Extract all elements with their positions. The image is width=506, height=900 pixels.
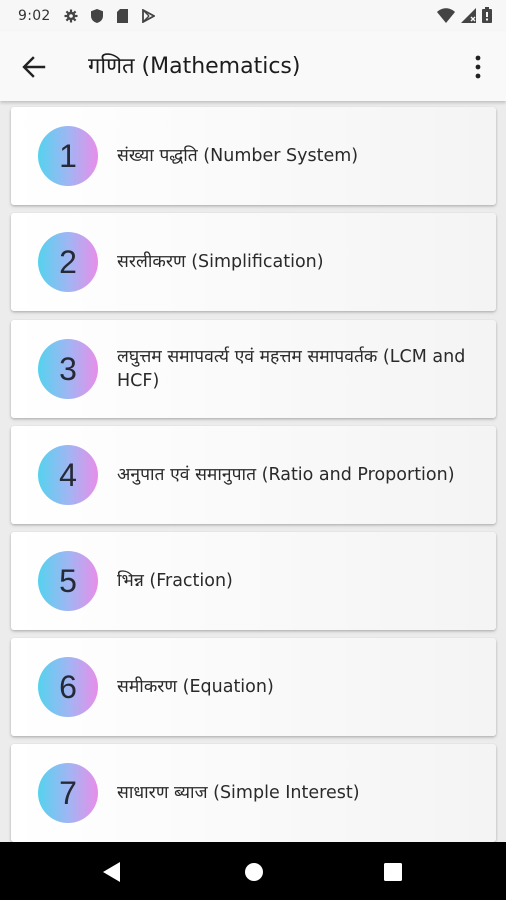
topic-number-badge: 6: [38, 657, 98, 717]
topic-number-badge: 3: [38, 339, 98, 399]
topic-number: 5: [59, 562, 77, 599]
topic-title: समीकरण (Equation): [117, 677, 274, 697]
app-bar: गणित (Mathematics): [0, 31, 506, 101]
overflow-menu-button[interactable]: [466, 53, 490, 81]
topic-title: संख्या पद्धति (Number System): [117, 146, 359, 166]
more-vert-icon: [475, 55, 481, 79]
topic-title: भिन्न (Fraction): [117, 571, 233, 591]
cell-signal-icon: [461, 7, 476, 27]
topic-title: साधारण ब्याज (Simple Interest): [117, 783, 360, 803]
topic-number: 7: [59, 774, 77, 811]
topic-card-1[interactable]: 1 संख्या पद्धति (Number System): [11, 107, 496, 205]
topic-number: 6: [59, 668, 77, 705]
nav-recents-button[interactable]: [381, 860, 405, 884]
topic-number-badge: 4: [38, 445, 98, 505]
topic-title: सरलीकरण (Simplification): [117, 252, 324, 272]
status-bar: 9:02: [0, 0, 506, 31]
topic-list[interactable]: 1 संख्या पद्धति (Number System) 2 सरलीकर…: [0, 101, 506, 842]
page-title: गणित (Mathematics): [88, 54, 301, 79]
topic-number-badge: 2: [38, 232, 98, 292]
topic-number-badge: 7: [38, 763, 98, 823]
back-button[interactable]: [20, 53, 48, 81]
play-store-icon: [141, 8, 157, 24]
back-triangle-icon: [103, 862, 120, 882]
topic-title: लघुत्तम समापवर्त्य एवं महत्तम समापवर्तक …: [117, 347, 466, 391]
status-right-icons: [437, 7, 492, 27]
topic-card-2[interactable]: 2 सरलीकरण (Simplification): [11, 213, 496, 311]
topic-card-4[interactable]: 4 अनुपात एवं समानुपात (Ratio and Proport…: [11, 426, 496, 524]
topic-title: अनुपात एवं समानुपात (Ratio and Proportio…: [117, 465, 455, 485]
topic-number-badge: 5: [38, 551, 98, 611]
topic-card-5[interactable]: 5 भिन्न (Fraction): [11, 532, 496, 630]
sd-card-icon: [115, 8, 131, 24]
topic-number: 3: [59, 350, 77, 387]
status-time: 9:02: [18, 7, 51, 24]
recents-square-icon: [384, 863, 402, 881]
topic-number: 2: [59, 243, 77, 280]
nav-home-button[interactable]: [242, 860, 266, 884]
nav-back-button[interactable]: [99, 860, 123, 884]
arrow-left-icon: [22, 56, 46, 78]
system-nav-bar: [0, 842, 506, 900]
wifi-icon: [437, 7, 455, 27]
gear-icon: [63, 8, 79, 24]
topic-number: 1: [59, 137, 77, 174]
topic-number: 4: [59, 456, 77, 493]
topic-number-badge: 1: [38, 126, 98, 186]
shield-icon: [89, 8, 105, 24]
topic-card-6[interactable]: 6 समीकरण (Equation): [11, 638, 496, 736]
home-circle-icon: [245, 863, 263, 881]
battery-icon: [482, 7, 492, 27]
topic-card-7[interactable]: 7 साधारण ब्याज (Simple Interest): [11, 744, 496, 842]
topic-card-3[interactable]: 3 लघुत्तम समापवर्त्य एवं महत्तम समापवर्त…: [11, 320, 496, 418]
